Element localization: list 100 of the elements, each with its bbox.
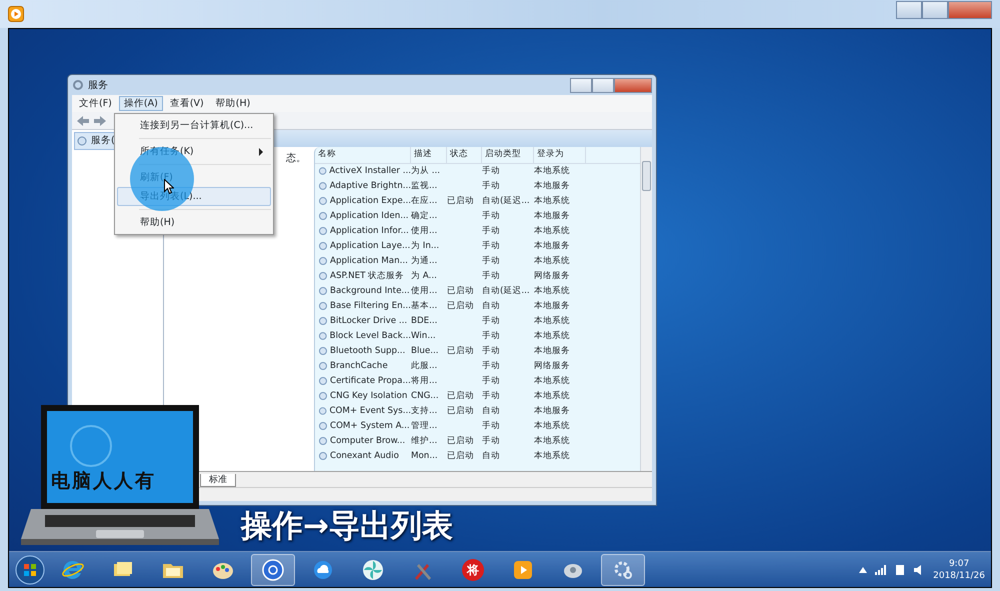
caret-icon — [859, 566, 868, 572]
table-cell: 确定... — [411, 210, 438, 221]
table-cell: 管理... — [411, 420, 438, 431]
gear-icon — [318, 226, 328, 236]
table-cell: 本地系统 — [534, 196, 570, 206]
table-cell: 手动 — [482, 316, 500, 326]
gear-icon — [318, 346, 328, 356]
table-cell: 已启动 — [447, 346, 474, 356]
gear-icon — [318, 406, 328, 416]
table-cell: 手动 — [482, 376, 500, 386]
start-button[interactable] — [15, 554, 45, 584]
table-cell: 本地系统 — [534, 330, 570, 341]
table-cell-text: Adaptive Brightn... — [330, 180, 411, 193]
signal-icon — [875, 564, 888, 574]
back-icon[interactable] — [76, 114, 90, 126]
table-cell-text: ActiveX Installer ... — [329, 164, 411, 178]
gear-icon — [318, 391, 328, 402]
table-cell: 已启动 — [447, 286, 474, 296]
menu-item[interactable]: 帮助(H) — [210, 96, 256, 111]
table-cell-text: CNG Key Isolation — [330, 390, 408, 403]
column-header[interactable]: 名称 — [315, 147, 411, 163]
table-cell: 手动 — [482, 330, 500, 341]
menu-item[interactable]: 帮助(H) — [117, 213, 271, 232]
table-cell: 将用... — [411, 376, 438, 386]
table-cell: 本地系统 — [534, 436, 570, 446]
gear-icon — [72, 79, 84, 91]
table-cell-text: COM+ System A... — [330, 420, 410, 433]
gear-icon — [318, 271, 328, 282]
chess-icon: 将 — [462, 558, 484, 580]
table-cell: 自动 — [482, 300, 500, 311]
scrollbar[interactable] — [640, 147, 652, 471]
menu-item[interactable]: 文件(F) — [74, 96, 117, 111]
table-cell: 手动 — [482, 420, 500, 431]
minimize-button[interactable] — [896, 1, 922, 19]
table-cell: 本地服务 — [534, 406, 570, 416]
gear-icon — [318, 286, 328, 296]
gear-icon — [318, 361, 328, 372]
column-header[interactable]: 描述 — [411, 147, 447, 163]
gear-icon — [318, 241, 328, 252]
close-button[interactable] — [614, 78, 652, 92]
table-cell-text: Background Inte... — [330, 284, 410, 298]
tree-label: 服务( — [91, 134, 115, 148]
table-cell-text: Application Expe... — [330, 194, 411, 208]
table-cell: 已启动 — [447, 196, 474, 206]
menu-item[interactable]: 操作(A) — [118, 96, 163, 111]
logo-text: 电脑人人有 — [51, 469, 156, 494]
maximize-button[interactable] — [922, 1, 948, 19]
table-cell-text: Application Man... — [330, 254, 408, 268]
table-cell-text: ASP.NET 状态服务 — [330, 270, 404, 283]
table-cell-text: BranchCache — [330, 360, 388, 373]
gear-icon — [318, 421, 328, 432]
table-cell: CNG... — [411, 390, 439, 401]
column-header[interactable]: 登录为 — [534, 147, 586, 163]
table-cell: BDE... — [411, 316, 438, 326]
table-cell: 为 In... — [411, 240, 440, 251]
gear-icon — [318, 256, 328, 266]
taskbar-button[interactable]: 将 — [451, 554, 495, 586]
table-cell: 手动 — [482, 166, 500, 176]
close-button[interactable] — [948, 1, 992, 19]
forward-icon[interactable] — [93, 114, 107, 126]
tab[interactable]: 标准 — [200, 474, 236, 487]
table-cell: Blue... — [411, 346, 439, 356]
table-cell: 本地服务 — [534, 240, 570, 251]
table-cell-text: Bluetooth Supp... — [330, 344, 406, 358]
table-cell: 本地系统 — [534, 226, 570, 236]
gear-icon — [318, 316, 328, 326]
table-cell: 已启动 — [447, 436, 474, 446]
table-cell: 手动 — [482, 180, 500, 191]
gear-icon — [318, 181, 328, 192]
table-cell-text: Computer Brow... — [330, 434, 406, 448]
table-cell: 已启动 — [447, 390, 474, 401]
menu-item[interactable]: 连接到另一台计算机(C)... — [117, 116, 271, 135]
table-cell: 已启动 — [447, 450, 474, 461]
table-cell: 手动 — [482, 436, 500, 446]
minimize-button[interactable] — [570, 78, 592, 92]
taskbar-button[interactable] — [251, 554, 295, 586]
table-cell: 本地服务 — [534, 210, 570, 221]
table-cell: 本地系统 — [534, 316, 570, 326]
table-cell: 为通... — [411, 256, 438, 266]
gear-icon — [318, 301, 328, 312]
table-cell: 此服... — [411, 360, 438, 371]
player-app-icon — [8, 6, 24, 22]
table-cell: 本地服务 — [534, 300, 570, 311]
gear-icon — [318, 376, 328, 386]
table-cell: Mon... — [411, 450, 438, 461]
column-header[interactable]: 状态 — [447, 147, 482, 163]
table-cell-text: COM+ Event Sys... — [329, 404, 411, 418]
taskbar-button[interactable] — [601, 554, 645, 586]
menu-item[interactable]: 查看(V) — [164, 96, 209, 111]
table-cell: 本地系统 — [534, 390, 570, 401]
table-cell: 自动(延迟... — [482, 286, 530, 296]
gear-icon — [318, 436, 328, 446]
table-cell-text: Certificate Propa... — [330, 374, 411, 388]
maximize-button[interactable] — [592, 78, 614, 92]
table-cell-text: Application Laye... — [330, 240, 410, 253]
table-cell: 网络服务 — [534, 270, 570, 281]
column-header[interactable]: 启动类型 — [482, 147, 534, 163]
table-cell: 本地系统 — [534, 450, 570, 461]
table-cell: 网络服务 — [534, 360, 570, 371]
table-cell-text: Block Level Back... — [330, 330, 411, 343]
